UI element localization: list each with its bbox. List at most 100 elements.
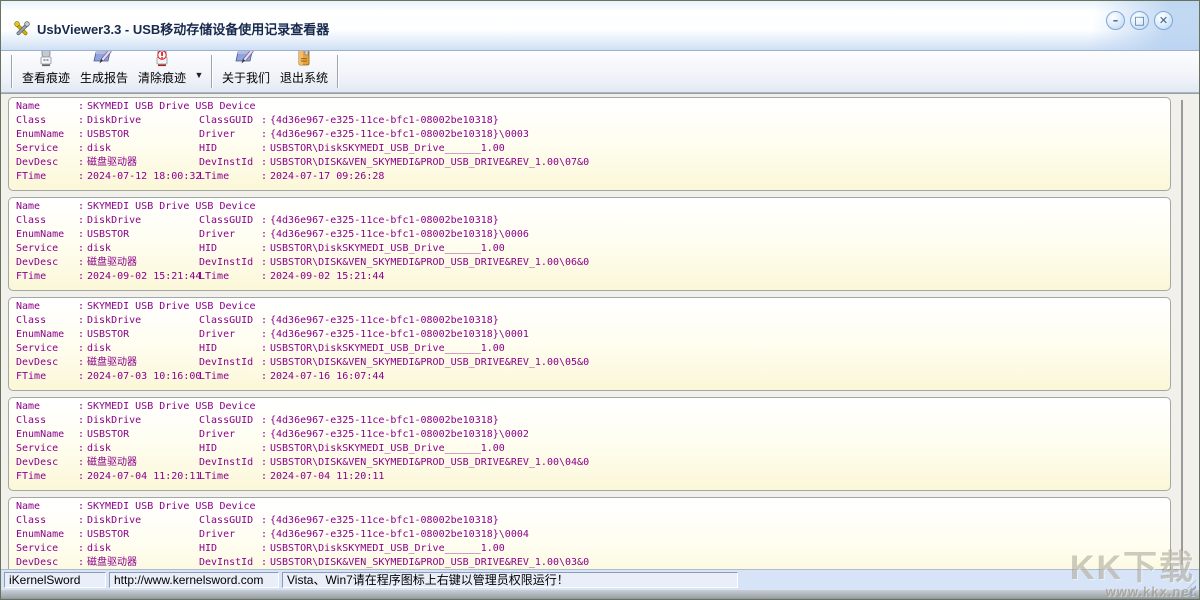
field-value: SKYMEDI USB Drive USB Device: [87, 301, 256, 312]
field-value: USBSTOR: [87, 129, 130, 140]
field-colon: :: [261, 171, 268, 182]
field-colon: :: [261, 371, 268, 382]
field-value: 2024-07-17 09:26:28: [270, 171, 385, 182]
record-row: DevDesc: 磁盘驱动器 DevInstId: USBSTOR\DISK&VEN_…: [16, 556, 1170, 569]
toolbar-button-label: 查看痕迹: [21, 71, 70, 85]
maximize-button[interactable]: □: [1130, 11, 1149, 30]
field-value: {4d36e967-e325-11ce-bfc1-08002be10318}: [270, 415, 499, 426]
field-value: {4d36e967-e325-11ce-bfc1-08002be10318}\0…: [270, 129, 529, 140]
field-colon: :: [78, 401, 85, 412]
field-value: DiskDrive: [87, 515, 142, 526]
field-value: SKYMEDI USB Drive USB Device: [87, 101, 256, 112]
field-label: EnumName: [16, 329, 65, 340]
field-colon: :: [261, 357, 268, 368]
field-colon: :: [78, 271, 85, 282]
view-traces-button[interactable]: 查看痕迹: [17, 47, 75, 90]
field-colon: :: [261, 515, 268, 526]
field-value: DiskDrive: [87, 315, 142, 326]
field-value: 磁盘驱动器: [87, 157, 137, 168]
field-value: USBSTOR\DISK&VEN_SKYMEDI&PROD_USB_DRIVE&…: [270, 457, 590, 468]
toolbar-button-label: 清除痕迹: [137, 71, 186, 85]
toolbar-button-label: 退出系统: [279, 71, 328, 85]
field-colon: :: [78, 171, 85, 182]
field-value: DiskDrive: [87, 415, 142, 426]
field-colon: :: [78, 129, 85, 140]
record-block: Name: SKYMEDI USB Drive USB Device Class: D…: [8, 297, 1171, 391]
field-value: USBSTOR\DiskSKYMEDI_USB_Drive______1.00: [270, 143, 505, 154]
field-colon: :: [78, 215, 85, 226]
field-label: FTime: [16, 271, 47, 282]
field-label: Driver: [199, 229, 236, 240]
app-tools-icon: [14, 20, 30, 35]
minimize-button[interactable]: –: [1106, 11, 1125, 30]
field-label: DevDesc: [16, 157, 59, 168]
record-block: Name: SKYMEDI USB Drive USB Device Class: D…: [8, 97, 1171, 191]
records-container[interactable]: Name: SKYMEDI USB Drive USB Device Class: D…: [1, 93, 1199, 569]
field-label: HID: [199, 443, 218, 454]
field-colon: :: [78, 157, 85, 168]
field-colon: :: [78, 557, 85, 568]
exit-system-button[interactable]: 退出系统: [275, 47, 333, 90]
record-row: Class: DiskDrive ClassGUID: {4d36e967-e325-…: [16, 414, 1170, 428]
field-label: HID: [199, 143, 218, 154]
field-label: Service: [16, 443, 59, 454]
field-value: DiskDrive: [87, 115, 142, 126]
field-colon: :: [78, 543, 85, 554]
field-colon: :: [78, 301, 85, 312]
vertical-scrollbar[interactable]: [1174, 96, 1189, 569]
field-label: Name: [16, 301, 41, 312]
status-website: http://www.kernelsword.com: [109, 572, 279, 588]
record-row: FTime:2024-07-12 18:00:32 LTime:2024-07-1…: [16, 170, 1170, 184]
clear-traces-button[interactable]: 清除痕迹: [133, 47, 191, 90]
field-colon: :: [78, 201, 85, 212]
field-colon: :: [78, 443, 85, 454]
field-colon: :: [78, 315, 85, 326]
field-value: SKYMEDI USB Drive USB Device: [87, 501, 256, 512]
field-label: Driver: [199, 529, 236, 540]
record-row: DevDesc: 磁盘驱动器 DevInstId: USBSTOR\DISK&VEN_…: [16, 256, 1170, 270]
clear-traces-dropdown-arrow[interactable]: ▼: [191, 53, 207, 90]
record-block: Name: SKYMEDI USB Drive USB Device Class: D…: [8, 497, 1171, 569]
field-label: DevInstId: [199, 357, 254, 368]
field-value: 磁盘驱动器: [87, 457, 137, 468]
close-button[interactable]: ✕: [1154, 11, 1173, 30]
record-row: FTime:2024-09-02 15:21:44 LTime:2024-09-0…: [16, 270, 1170, 284]
record-row: Class: DiskDrive ClassGUID: {4d36e967-e325-…: [16, 314, 1170, 328]
field-label: EnumName: [16, 429, 65, 440]
field-value: 2024-09-02 15:21:44: [270, 271, 385, 282]
record-row: EnumName: USBSTOR Driver: {4d36e967-e325-11…: [16, 528, 1170, 542]
field-label: HID: [199, 243, 218, 254]
record-row: Name: SKYMEDI USB Drive USB Device: [16, 500, 1170, 514]
field-colon: :: [78, 329, 85, 340]
field-label: ClassGUID: [199, 315, 254, 326]
field-colon: :: [78, 143, 85, 154]
record-row: EnumName: USBSTOR Driver: {4d36e967-e325-11…: [16, 428, 1170, 442]
toolbar-button-label: 关于我们: [221, 71, 270, 85]
record-row: Class: DiskDrive ClassGUID: {4d36e967-e325-…: [16, 114, 1170, 128]
field-label: Class: [16, 315, 47, 326]
field-value: SKYMEDI USB Drive USB Device: [87, 401, 256, 412]
field-value: {4d36e967-e325-11ce-bfc1-08002be10318}\0…: [270, 429, 529, 440]
field-colon: :: [261, 129, 268, 140]
field-label: Service: [16, 343, 59, 354]
field-label: DevDesc: [16, 357, 59, 368]
record-block: Name: SKYMEDI USB Drive USB Device Class: D…: [8, 197, 1171, 291]
field-value: 2024-07-03 10:16:00: [87, 371, 202, 382]
about-us-button[interactable]: 关于我们: [217, 49, 275, 90]
record-row: Service: disk HID: USBSTOR\DiskSKYMEDI_USB_…: [16, 542, 1170, 556]
generate-report-button[interactable]: 生成报告: [75, 49, 133, 90]
field-value: disk: [87, 243, 112, 254]
field-label: Class: [16, 515, 47, 526]
status-bar: iKernelSword http://www.kernelsword.com …: [1, 569, 1199, 590]
field-colon: :: [261, 271, 268, 282]
title-bar[interactable]: UsbViewer3.3 - USB移动存储设备使用记录查看器 – □ ✕: [1, 1, 1199, 51]
field-value: {4d36e967-e325-11ce-bfc1-08002be10318}\0…: [270, 329, 529, 340]
field-label: Driver: [199, 329, 236, 340]
record-row: Name: SKYMEDI USB Drive USB Device: [16, 200, 1170, 214]
field-label: DevDesc: [16, 457, 59, 468]
field-colon: :: [78, 529, 85, 540]
record-row: FTime:2024-07-03 10:16:00 LTime:2024-07-1…: [16, 370, 1170, 384]
field-value: disk: [87, 443, 112, 454]
field-label: DevDesc: [16, 557, 59, 568]
field-colon: :: [261, 557, 268, 568]
